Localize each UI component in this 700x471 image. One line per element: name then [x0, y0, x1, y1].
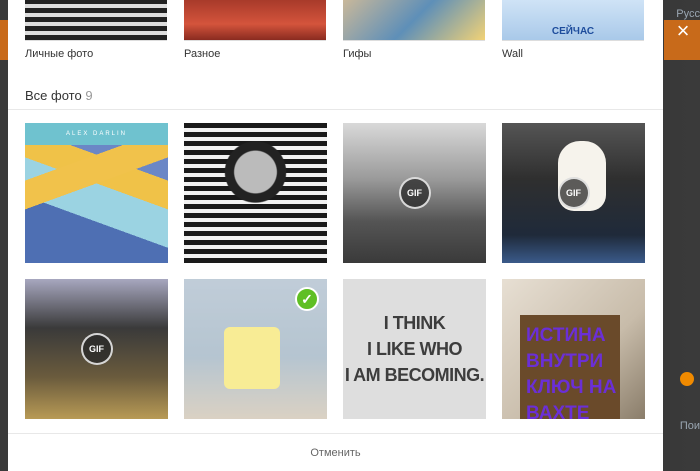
photo-item[interactable]: GIF: [343, 123, 486, 263]
album-thumbnail[interactable]: [184, 0, 326, 41]
photo-item-selected[interactable]: ✓: [184, 279, 327, 419]
background-strip-left: [0, 20, 8, 60]
photo-item[interactable]: ALEX DARLIN: [25, 123, 168, 263]
album-wall[interactable]: СЕЙЧАС Wall: [502, 0, 644, 60]
section-divider: [8, 109, 663, 110]
photo-text-line: КЛЮЧ НА: [526, 377, 617, 398]
all-photos-heading: Все фото 9: [25, 88, 93, 103]
photo-text-line: I AM BECOMING.: [344, 365, 485, 385]
photo-banner-text: ALEX DARLIN: [25, 123, 168, 145]
album-name[interactable]: Гифы: [343, 48, 371, 60]
photo-text-line: ИСТИНА: [526, 325, 606, 346]
album-name[interactable]: Разное: [184, 48, 220, 60]
photo-graffiti: ИСТИНА ВНУТРИ КЛЮЧ НА ВАХТЕ: [526, 323, 636, 419]
album-thumbnail[interactable]: СЕЙЧАС: [502, 0, 644, 41]
photo-subject: [224, 327, 280, 389]
close-icon[interactable]: ×: [672, 20, 694, 42]
album-personal-photos[interactable]: Личные фото: [25, 0, 167, 60]
gif-badge: GIF: [557, 177, 590, 209]
all-photos-title: Все фото: [25, 88, 82, 103]
photo-picker-modal: Личные фото Разное Гифы СЕЙЧАС Wall Все …: [8, 0, 663, 471]
gif-badge: GIF: [398, 177, 431, 209]
album-gifs[interactable]: Гифы: [343, 0, 485, 60]
photo-text-line: ВНУТРИ: [526, 351, 604, 372]
album-list: Личные фото Разное Гифы СЕЙЧАС Wall: [8, 0, 663, 70]
photo-text-line: I LIKE WHO: [367, 339, 463, 359]
background-text-bottom: Пои: [679, 420, 700, 432]
photo-text-line: ВАХТЕ: [526, 403, 590, 419]
photo-item[interactable]: ИСТИНА ВНУТРИ КЛЮЧ НА ВАХТЕ: [502, 279, 645, 419]
photo-item[interactable]: GIF: [502, 123, 645, 263]
album-name[interactable]: Личные фото: [25, 48, 93, 60]
album-thumbnail-text: СЕЙЧАС: [551, 26, 595, 37]
photo-item[interactable]: GIF: [25, 279, 168, 419]
cancel-button[interactable]: Отменить: [8, 447, 663, 459]
all-photos-count: 9: [85, 88, 93, 103]
checkmark-icon[interactable]: ✓: [295, 287, 319, 311]
gif-badge: GIF: [80, 333, 113, 365]
album-name[interactable]: Wall: [502, 48, 523, 60]
album-thumbnail[interactable]: [343, 0, 485, 41]
album-misc[interactable]: Разное: [184, 0, 326, 60]
album-thumbnail[interactable]: [25, 0, 167, 41]
footer-divider: [8, 433, 663, 434]
photo-text-line: I THINK: [383, 313, 446, 333]
photo-item[interactable]: [184, 123, 327, 263]
background-notification-dot: [680, 372, 694, 386]
photo-item[interactable]: I THINK I LIKE WHO I AM BECOMING.: [343, 279, 486, 419]
